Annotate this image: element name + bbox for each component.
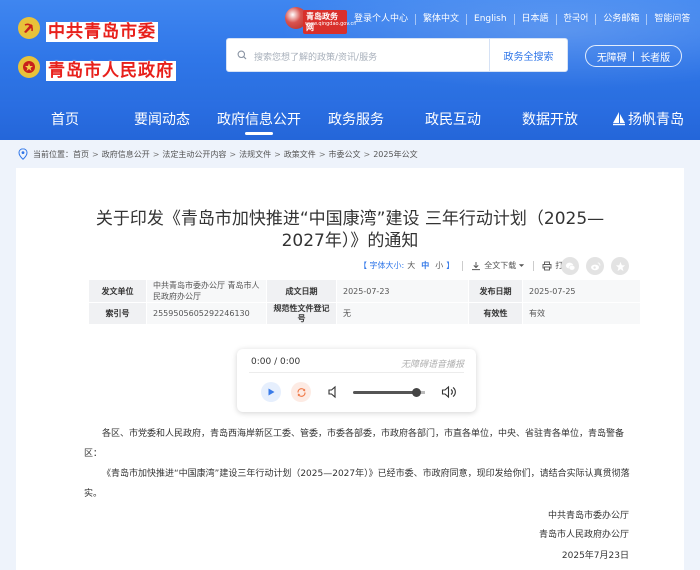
search-bar: 搜索您想了解的政策/资讯/服务 政务全搜索 (226, 38, 568, 72)
nav-interaction[interactable]: 政民互动 (419, 100, 487, 140)
article-title: 关于印发《青岛市加快推进“中国康湾”建设 三年行动计划（2025—2027年）》… (95, 209, 605, 251)
national-emblem-icon (18, 56, 40, 78)
meta-reg: 无 (336, 302, 469, 325)
link-traditional[interactable]: 繁体中文 (415, 14, 466, 25)
search-icon (237, 50, 247, 60)
breadcrumb-gov-info[interactable]: 政府信息公开 (102, 149, 150, 160)
elder-mode-button[interactable]: 长者版 (640, 49, 670, 64)
font-size-label: 【 字体大小: (359, 261, 405, 270)
loop-icon (296, 387, 306, 397)
location-pin-icon (18, 148, 28, 160)
body-paragraph: 《青岛市加快推进“中国康湾”建设三年行动计划（2025—2027年）》已经市委、… (84, 469, 630, 499)
main-nav: 首页 要闻动态 政府信息公开 政务服务 政民互动 数据开放 扬帆青岛 (0, 100, 700, 140)
weibo-share-icon[interactable] (586, 257, 604, 275)
nav-open-data[interactable]: 数据开放 (516, 100, 584, 140)
link-korean[interactable]: 한국어 (555, 14, 596, 25)
meta-label: 索引号 (88, 302, 147, 325)
audio-player: 0:00 / 0:00 无障碍语音播报 (237, 349, 476, 412)
chevron-down-icon (519, 264, 525, 267)
table-row: 索引号 2559505605292246130 规范性文件登记号 无 有效性 有… (88, 302, 641, 325)
breadcrumb-separator: > (229, 149, 237, 159)
article-card: 关于印发《青岛市加快推进“中国康湾”建设 三年行动计划（2025—2027年）》… (16, 168, 684, 570)
body-paragraph: 各区、市党委和人民政府，青岛西海岸新区工委、管委，市委各部委，市政府各部门，市直… (84, 429, 625, 459)
breadcrumb-separator: > (92, 149, 99, 159)
article-tools: 【 字体大小: 大 中 小 】 全文下载 打印 (359, 260, 571, 271)
breadcrumb-prefix: 当前位置： (33, 149, 73, 159)
breadcrumb-separator: > (363, 149, 371, 159)
audio-time: 0:00 / 0:00 (251, 357, 301, 367)
nav-qingdao[interactable]: 扬帆青岛 (628, 100, 690, 140)
font-size-medium[interactable]: 中 (421, 260, 429, 271)
sail-icon (613, 112, 625, 126)
mute-icon[interactable] (327, 385, 341, 399)
audio-hint: 无障碍语音播报 (400, 360, 464, 370)
logo-subtext: www.qingdao.gov.cn (305, 21, 357, 27)
print-icon (542, 261, 552, 270)
breadcrumb-party-docs[interactable]: 市委公文 (329, 149, 361, 160)
nav-news[interactable]: 要闻动态 (128, 100, 196, 140)
link-japanese[interactable]: 日本語 (513, 14, 556, 25)
font-size-large[interactable]: 大 (407, 260, 415, 271)
signature-party: 中共青岛市委办公厅 (547, 511, 629, 521)
volume-up-icon[interactable] (441, 385, 457, 399)
accessibility-toggle: 无障碍 | 长者版 (585, 45, 682, 67)
signature-gov: 青岛市人民政府办公厅 (538, 530, 629, 540)
breadcrumb-separator: > (318, 149, 326, 159)
meta-label: 发文单位 (88, 279, 147, 303)
link-english[interactable]: English (466, 14, 514, 25)
download-button[interactable]: 全文下载 (484, 260, 516, 271)
breadcrumb-legal[interactable]: 法定主动公开内容 (162, 149, 226, 160)
wechat-share-icon[interactable] (561, 257, 579, 275)
meta-label: 成文日期 (266, 279, 337, 303)
link-mail[interactable]: 公务邮箱 (595, 14, 646, 25)
player-divider (249, 372, 464, 373)
site-logo[interactable]: 青岛政务网 www.qingdao.gov.cn (285, 7, 356, 34)
nav-home[interactable]: 首页 (38, 100, 92, 140)
meta-publish-date: 2025-07-25 (522, 279, 641, 303)
party-emblem-icon (18, 17, 40, 39)
volume-slider-handle[interactable] (412, 388, 422, 397)
meta-valid: 有效 (522, 302, 641, 325)
tools-divider (462, 260, 464, 271)
meta-label: 发布日期 (468, 279, 523, 303)
breadcrumb-policy[interactable]: 政策文件 (284, 149, 316, 160)
link-qa[interactable]: 智能问答 (646, 14, 697, 25)
breadcrumb: 当前位置： 首页 > 政府信息公开 > 法定主动公开内容 > 法规文件 > 政策… (18, 147, 418, 161)
font-size-small[interactable]: 小 (435, 260, 443, 271)
site-header: 中共青岛市委 青岛市人民政府 青岛政务网 www.qingdao.gov.cn … (0, 0, 700, 100)
meta-issuer: 中共青岛市委办公厅 青岛市人民政府办公厅 (146, 279, 267, 303)
org-party-title[interactable]: 中共青岛市委 (46, 17, 158, 42)
play-icon (268, 388, 275, 396)
meta-label: 有效性 (468, 302, 523, 325)
article-body: 各区、市党委和人民政府，青岛西海岸新区工委、管委，市委各部委，市政府各部门，市直… (84, 424, 630, 504)
breadcrumb-separator: > (274, 149, 281, 159)
link-login[interactable]: 登录个人中心 (354, 14, 415, 25)
breadcrumb-2025[interactable]: 2025年公文 (373, 149, 417, 160)
qzone-share-icon[interactable] (611, 257, 629, 275)
document-meta-table: 发文单位 中共青岛市委办公厅 青岛市人民政府办公厅 成文日期 2025-07-2… (88, 279, 641, 325)
loop-button[interactable] (291, 382, 311, 402)
search-button[interactable]: 政务全搜索 (489, 39, 567, 71)
accessibility-button[interactable]: 无障碍 (597, 49, 627, 64)
signature-date: 2025年7月23日 (561, 551, 629, 561)
meta-label: 规范性文件登记号 (266, 302, 337, 325)
table-row: 发文单位 中共青岛市委办公厅 青岛市人民政府办公厅 成文日期 2025-07-2… (88, 279, 641, 303)
search-input[interactable]: 搜索您想了解的政策/资讯/服务 (254, 50, 377, 63)
breadcrumb-regulations[interactable]: 法规文件 (239, 149, 271, 160)
play-button[interactable] (261, 382, 281, 402)
meta-index: 2559505605292246130 (146, 302, 267, 325)
nav-gov-info[interactable]: 政府信息公开 (213, 100, 305, 140)
volume-slider[interactable] (353, 391, 425, 394)
breadcrumb-home[interactable]: 首页 (73, 149, 89, 160)
tools-divider (533, 260, 535, 271)
org-gov-title[interactable]: 青岛市人民政府 (46, 56, 176, 81)
accessibility-separator: | (631, 50, 636, 62)
breadcrumb-separator: > (152, 149, 160, 159)
meta-date: 2025-07-23 (336, 279, 469, 303)
top-links: 登录个人中心 繁体中文 English 日本語 한국어 公务邮箱 智能问答 (354, 14, 697, 25)
font-size-end: 】 (446, 261, 455, 270)
nav-services[interactable]: 政务服务 (322, 100, 390, 140)
download-icon (472, 261, 481, 270)
